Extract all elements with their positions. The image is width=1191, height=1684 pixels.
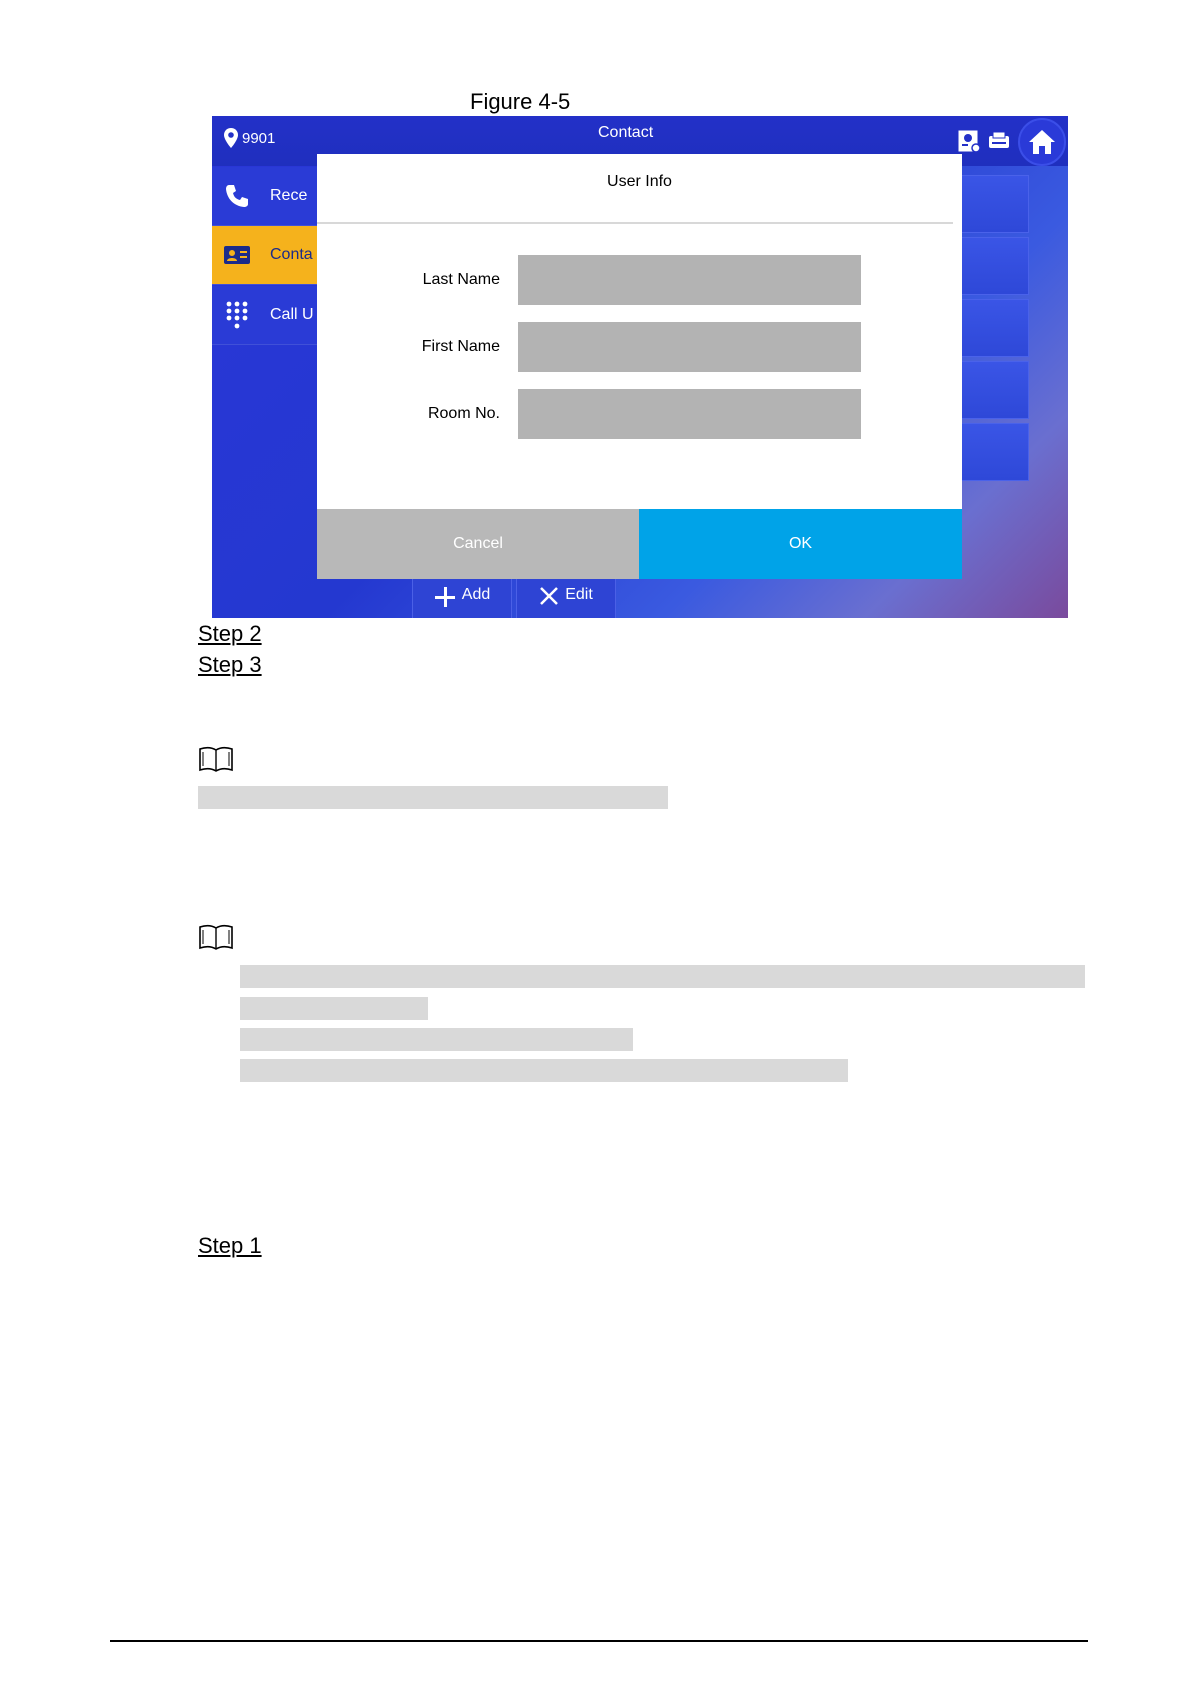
plus-icon bbox=[434, 587, 455, 607]
device-id: 9901 bbox=[224, 128, 275, 148]
sidebar-item-contact[interactable]: Conta bbox=[212, 226, 317, 285]
contact-tile[interactable] bbox=[957, 423, 1029, 481]
step-label: Step 3 bbox=[198, 652, 262, 677]
room-no-label: Room No. bbox=[427, 405, 500, 422]
phone-icon bbox=[226, 185, 248, 207]
last-name-input[interactable] bbox=[518, 255, 861, 305]
location-pin-icon bbox=[224, 128, 238, 148]
last-name-label: Last Name bbox=[422, 271, 500, 288]
footer-rule bbox=[110, 1640, 1088, 1642]
sidebar-item-label: Call U bbox=[270, 306, 314, 323]
redacted-text bbox=[240, 1059, 848, 1082]
home-icon bbox=[1029, 130, 1055, 154]
sidebar-item-label: Rece bbox=[270, 187, 308, 204]
contact-tile[interactable] bbox=[957, 175, 1029, 233]
step-label: Step 1 bbox=[198, 1233, 262, 1258]
sidebar-item-call-users[interactable]: Call U bbox=[212, 286, 317, 345]
room-no-input[interactable] bbox=[518, 389, 861, 439]
figure-caption: Figure 4-5 bbox=[470, 89, 571, 114]
device-screen: 9901 Contact Rece Conta Call U Add Edit … bbox=[212, 116, 1068, 618]
edit-button-label: Edit bbox=[565, 586, 593, 603]
redacted-text bbox=[240, 1028, 633, 1051]
redacted-text bbox=[240, 997, 428, 1020]
contact-tile[interactable] bbox=[957, 237, 1029, 295]
sidebar-item-recent[interactable]: Rece bbox=[212, 167, 317, 226]
ok-button[interactable]: OK bbox=[639, 509, 962, 579]
dialog-divider bbox=[317, 222, 953, 224]
contact-card-icon bbox=[224, 246, 250, 264]
step-label: Step 2 bbox=[198, 621, 262, 646]
contact-tile[interactable] bbox=[957, 361, 1029, 419]
redacted-text bbox=[240, 965, 1085, 988]
contact-tile[interactable] bbox=[957, 299, 1029, 357]
sidebar-item-label: Conta bbox=[270, 246, 313, 263]
printer-icon[interactable] bbox=[986, 128, 1012, 154]
device-id-text: 9901 bbox=[242, 129, 276, 147]
book-icon bbox=[199, 924, 233, 950]
first-name-label: First Name bbox=[421, 338, 500, 355]
monitor-icon[interactable] bbox=[956, 128, 982, 154]
dialog-title: User Info bbox=[607, 173, 672, 190]
first-name-input[interactable] bbox=[518, 322, 861, 372]
screen-title: Contact bbox=[598, 124, 654, 141]
home-button[interactable] bbox=[1018, 118, 1066, 166]
keypad-icon bbox=[226, 301, 248, 329]
add-button-label: Add bbox=[461, 586, 491, 603]
close-x-icon bbox=[540, 587, 559, 605]
user-info-dialog: User Info Last Name First Name Room No. … bbox=[317, 154, 962, 579]
redacted-text bbox=[198, 786, 668, 809]
book-icon bbox=[199, 746, 233, 772]
cancel-button[interactable]: Cancel bbox=[317, 509, 639, 579]
